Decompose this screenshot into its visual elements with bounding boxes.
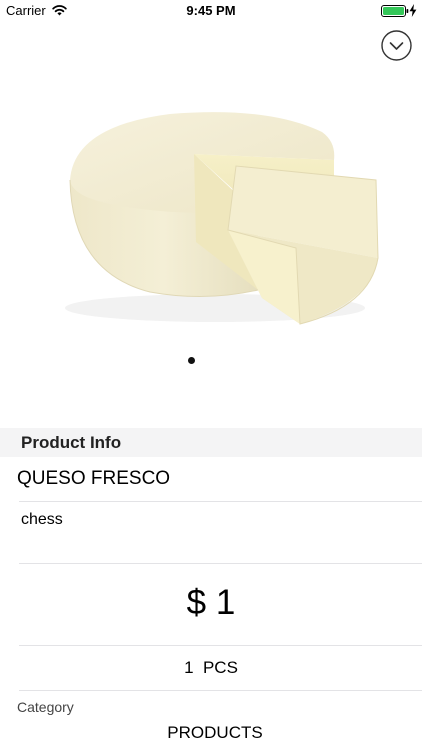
divider xyxy=(19,501,422,502)
section-title: Product Info xyxy=(21,433,122,452)
page-indicator-dot[interactable] xyxy=(188,357,195,364)
divider xyxy=(19,563,422,564)
status-bar: Carrier 9:45 PM xyxy=(0,0,422,22)
category-value: PRODUCTS xyxy=(167,723,263,742)
category-label: Category xyxy=(17,699,74,715)
product-name: QUESO FRESCO xyxy=(17,468,171,489)
product-quantity: 1 PCS xyxy=(184,658,238,677)
divider xyxy=(19,690,422,691)
divider xyxy=(19,645,422,646)
section-header: Product Info xyxy=(0,428,422,457)
chevron-down-circle-icon[interactable] xyxy=(381,30,412,61)
product-price: $ 1 xyxy=(186,583,236,622)
battery-icon xyxy=(381,5,409,17)
status-time: 9:45 PM xyxy=(186,3,236,18)
cheese-wheel-image xyxy=(65,112,379,325)
charging-icon xyxy=(409,4,417,17)
product-description: chess xyxy=(21,511,63,528)
